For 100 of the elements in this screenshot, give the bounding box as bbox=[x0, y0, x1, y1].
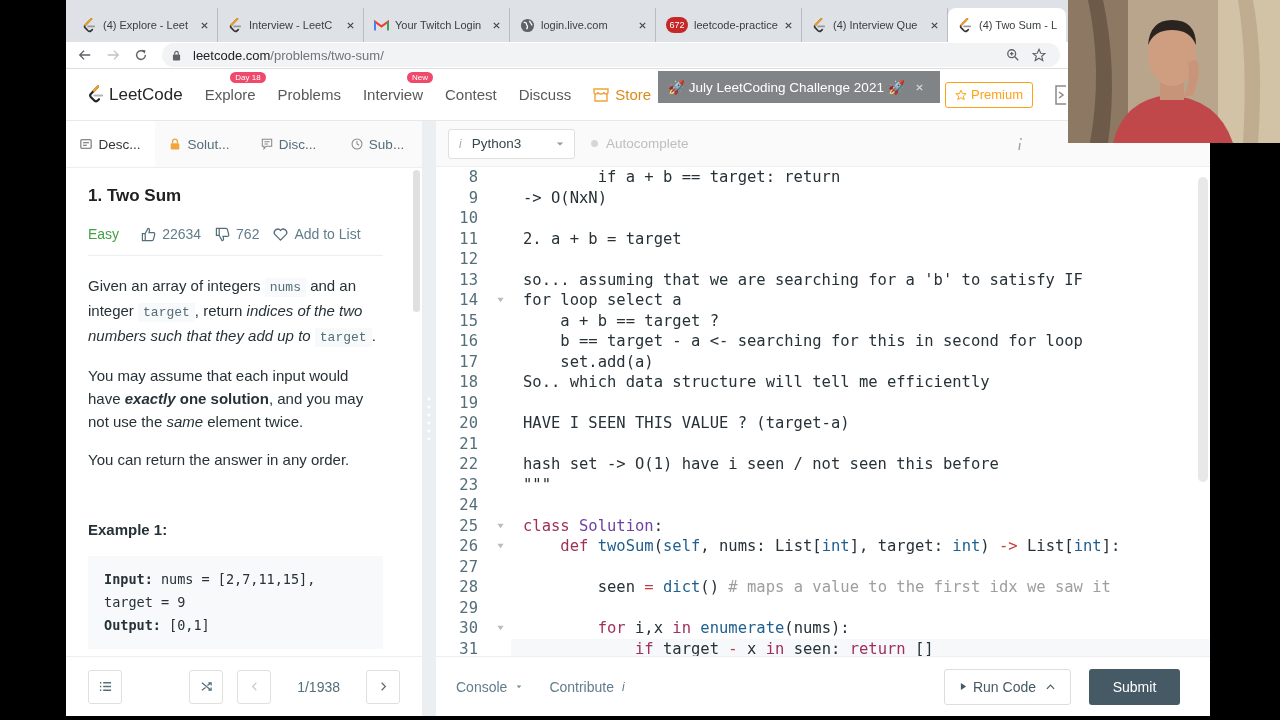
code-line: if a + b == target: return bbox=[596, 168, 841, 187]
line-number: 27 bbox=[458, 557, 478, 576]
code-line: class Solution: bbox=[523, 516, 663, 535]
add-to-list-button[interactable]: Add to List bbox=[273, 226, 361, 242]
problem-title: 1. Two Sum bbox=[88, 186, 183, 206]
address-bar[interactable]: leetcode.com/problems/two-sum/ bbox=[162, 43, 1060, 67]
line-number: 19 bbox=[458, 393, 478, 412]
code-line: seen = dict() # maps a value to the first idx we saw it bbox=[596, 578, 1111, 597]
fold-arrow-icon[interactable] bbox=[497, 297, 504, 304]
problem-tab[interactable]: Desc... bbox=[66, 121, 155, 167]
browser-tab[interactable]: (4) Two Sum - L bbox=[948, 8, 1066, 42]
problem-list-button[interactable] bbox=[88, 669, 122, 704]
badge-icon: 672 bbox=[666, 17, 688, 33]
line-number: 26 bbox=[458, 537, 478, 556]
nav-link[interactable]: Interview bbox=[362, 86, 423, 103]
line-number: 24 bbox=[458, 496, 478, 515]
language-dropdown[interactable]: i Python3 bbox=[448, 128, 575, 159]
comment-icon bbox=[260, 138, 273, 150]
line-number: 16 bbox=[458, 332, 478, 351]
star-icon[interactable] bbox=[1032, 48, 1046, 62]
fold-arrow-icon[interactable] bbox=[497, 522, 504, 529]
line-number: 10 bbox=[458, 209, 478, 228]
problem-tab[interactable]: Solut... bbox=[155, 121, 244, 167]
fold-arrow-icon[interactable] bbox=[497, 543, 504, 550]
submit-button[interactable]: Submit bbox=[1089, 668, 1180, 705]
shuffle-button[interactable] bbox=[189, 669, 224, 704]
line-number: 18 bbox=[458, 373, 478, 392]
tab-title: (4) Two Sum - L bbox=[979, 19, 1058, 31]
run-code-button[interactable]: Run Code bbox=[944, 668, 1071, 705]
nav-link[interactable]: Discuss bbox=[518, 86, 572, 103]
code-line: def twoSum(self, nums: List[int], target: int) -> List[int]: bbox=[559, 537, 1121, 556]
leetcode-logo-icon bbox=[812, 17, 827, 33]
line-number: 15 bbox=[458, 311, 478, 330]
leetcode-logo-icon bbox=[228, 17, 243, 33]
line-number: 8 bbox=[467, 168, 478, 187]
close-icon[interactable] bbox=[638, 20, 647, 30]
code-line: so... assuming that we are searching for a 'b' to satisfy IF bbox=[523, 270, 1083, 289]
forward-arrow-icon[interactable] bbox=[106, 48, 120, 62]
scrollbar[interactable] bbox=[413, 170, 420, 312]
leetcode-logo-icon bbox=[958, 17, 973, 33]
lock-icon bbox=[169, 138, 182, 150]
shuffle-icon bbox=[199, 680, 213, 693]
code-line: hash set -> O(1) have i seen / not seen this before bbox=[523, 455, 999, 474]
tab-title: login.live.com bbox=[541, 19, 609, 31]
line-number: 11 bbox=[458, 229, 478, 248]
description-paragraph: You can return the answer in any order. bbox=[88, 450, 351, 470]
code-line: a + b == target ? bbox=[559, 311, 719, 330]
leetcode-logo-icon bbox=[82, 17, 97, 33]
line-number: 21 bbox=[458, 434, 478, 453]
thumbs-up-icon bbox=[141, 226, 157, 242]
code-line: set.add(a) bbox=[559, 352, 654, 371]
fold-arrow-icon[interactable] bbox=[497, 625, 504, 632]
close-icon[interactable] bbox=[784, 20, 793, 30]
nav-badge: New bbox=[406, 72, 433, 83]
description-paragraph: Given an array of integers nums and an integer target , return indices of the two numbers such that they add up to target . bbox=[88, 276, 377, 349]
example-line: Output: [0,1] bbox=[104, 616, 211, 635]
tab-title: Interview - LeetC bbox=[249, 19, 334, 31]
example-line: Input: nums = [2,7,11,15], bbox=[104, 570, 317, 589]
line-number: 14 bbox=[458, 291, 478, 310]
close-icon[interactable] bbox=[200, 20, 209, 30]
tab-title: leetcode-practice bbox=[694, 19, 778, 31]
zoom-icon[interactable] bbox=[1006, 48, 1020, 62]
line-number: 13 bbox=[458, 270, 478, 289]
line-number: 30 bbox=[458, 619, 478, 638]
line-number: 29 bbox=[458, 598, 478, 617]
nav-link[interactable]: Problems bbox=[277, 86, 341, 103]
line-number: 9 bbox=[467, 188, 478, 207]
code-line: for loop select a bbox=[523, 291, 682, 310]
code-line: HAVE I SEEN THIS VALUE ? (target-a) bbox=[523, 414, 850, 433]
example-line: target = 9 bbox=[104, 593, 187, 612]
reload-icon[interactable] bbox=[134, 48, 148, 62]
line-number: 17 bbox=[458, 352, 478, 371]
mail-icon bbox=[374, 17, 389, 33]
back-arrow-icon[interactable] bbox=[78, 48, 92, 62]
line-number: 28 bbox=[458, 578, 478, 597]
problem-tab[interactable]: Sub... bbox=[333, 121, 422, 167]
code-line: 2. a + b = target bbox=[523, 229, 682, 248]
caret-icon bbox=[515, 683, 524, 690]
leetcode-wordmark[interactable]: LeetCode bbox=[109, 84, 183, 105]
globe-icon bbox=[520, 17, 535, 33]
line-number: 22 bbox=[458, 455, 478, 474]
tab-title: (4) Explore - Leet bbox=[103, 19, 189, 31]
line-number: 31 bbox=[458, 639, 478, 656]
store-icon bbox=[593, 87, 610, 102]
chevron-up-icon bbox=[1046, 683, 1055, 690]
nav-link[interactable]: Contest bbox=[445, 86, 497, 103]
dislike-button[interactable]: 762 bbox=[215, 226, 260, 242]
difficulty-label: Easy bbox=[88, 226, 120, 242]
contribute-button[interactable]: Contribute i bbox=[549, 678, 625, 695]
tab-title: (4) Interview Que bbox=[833, 19, 919, 31]
close-icon[interactable] bbox=[492, 20, 501, 30]
problem-tab[interactable]: Disc... bbox=[244, 121, 333, 167]
nav-link[interactable]: Explore bbox=[204, 86, 256, 103]
caret-icon bbox=[556, 140, 564, 147]
panel-icon[interactable] bbox=[1055, 84, 1067, 105]
close-icon[interactable] bbox=[346, 20, 355, 30]
url-text: leetcode.com/problems/two-sum/ bbox=[193, 47, 384, 63]
like-button[interactable]: 22634 bbox=[141, 226, 202, 242]
close-icon[interactable] bbox=[930, 20, 939, 30]
console-button[interactable]: Console bbox=[456, 678, 524, 695]
